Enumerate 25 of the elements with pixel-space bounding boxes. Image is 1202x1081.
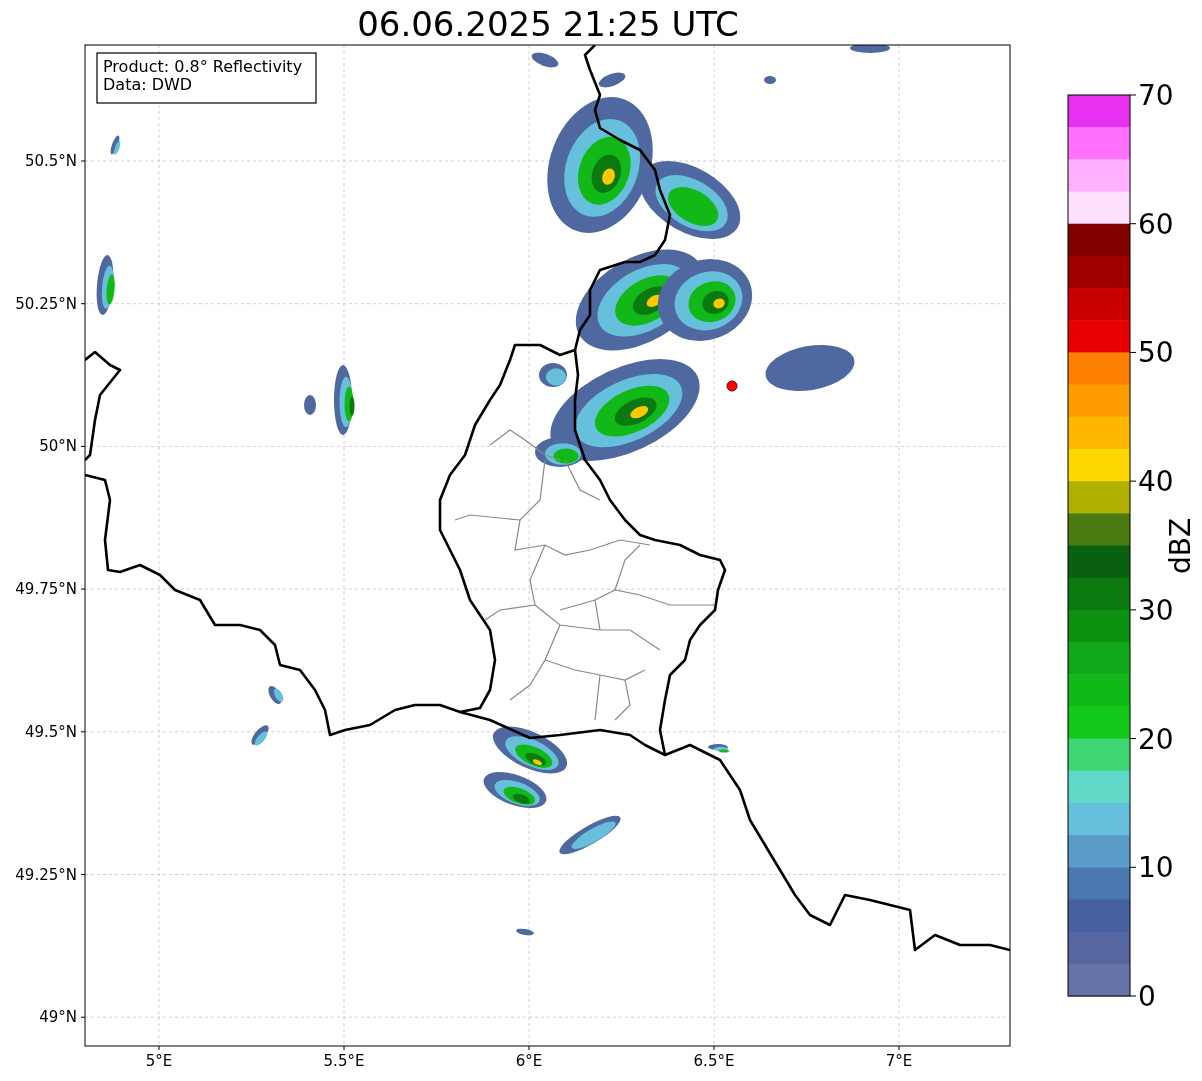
colorbar-tick-label: 10: [1138, 851, 1174, 885]
latitude-label: 49.5°N: [24, 722, 77, 741]
longitude-label: 6.5°E: [693, 1052, 735, 1070]
colorbar-tick-label: 60: [1138, 207, 1174, 241]
latitude-label: 49.25°N: [15, 865, 77, 884]
colorbar-tick-label: 50: [1138, 336, 1174, 370]
longitude-label: 6°E: [515, 1052, 543, 1070]
colorbar-tick-label: 20: [1138, 722, 1174, 756]
colorbar-tick-label: 30: [1138, 593, 1174, 627]
latitude-label: 50.25°N: [15, 294, 77, 313]
chart-title: 06.06.2025 21:25 UTC: [357, 4, 739, 44]
station-marker: [726, 380, 738, 392]
colorbar-tick-label: 0: [1138, 980, 1156, 1013]
info-text: Data: DWD: [103, 75, 193, 94]
latitude-label: 50°N: [39, 437, 77, 456]
longitude-label: 5°E: [145, 1052, 173, 1070]
longitude-label: 7°E: [885, 1052, 913, 1070]
longitude-label: 5.5°E: [323, 1052, 365, 1070]
latitude-label: 49.75°N: [15, 580, 77, 599]
colorbar-tick-label: 70: [1138, 79, 1174, 112]
colorbar-label: dBZ: [1164, 517, 1197, 575]
latitude-label: 49°N: [39, 1008, 77, 1027]
latitude-label: 50.5°N: [24, 152, 77, 170]
info-text: Product: 0.8° Reflectivity: [103, 57, 303, 76]
colorbar-tick-label: 40: [1138, 465, 1174, 499]
